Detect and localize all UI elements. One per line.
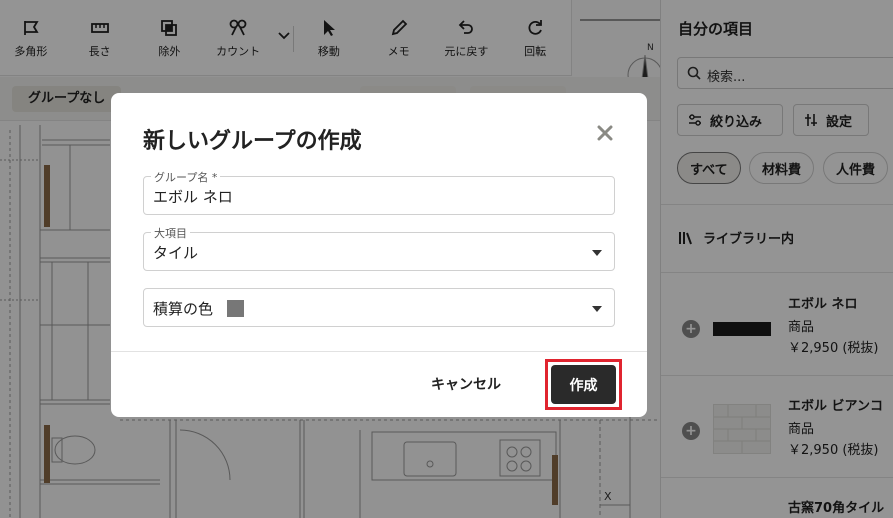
color-select[interactable]: 積算の色 [143,288,615,327]
category-label: 大項目 [151,225,190,241]
dialog-title: 新しいグループの作成 [143,129,362,154]
dropdown-caret-icon [592,306,602,312]
color-swatch [227,300,244,317]
dropdown-caret-icon [592,250,602,256]
category-value: タイル [153,244,199,262]
category-select[interactable]: 大項目 タイル [143,225,615,271]
group-name-label: グループ名 * [151,169,221,185]
cancel-button[interactable]: キャンセル [431,374,501,394]
create-button[interactable]: 作成 [551,365,616,404]
group-name-field[interactable]: グループ名 * エボル ネロ [143,169,615,215]
group-name-value: エボル ネロ [153,188,233,206]
dialog-footer-divider [111,351,647,352]
color-label: 積算の色 [153,300,214,318]
create-group-dialog: 新しいグループの作成 グループ名 * エボル ネロ 大項目 タイル 積算の色 キ… [111,93,647,417]
close-icon[interactable] [595,123,615,143]
